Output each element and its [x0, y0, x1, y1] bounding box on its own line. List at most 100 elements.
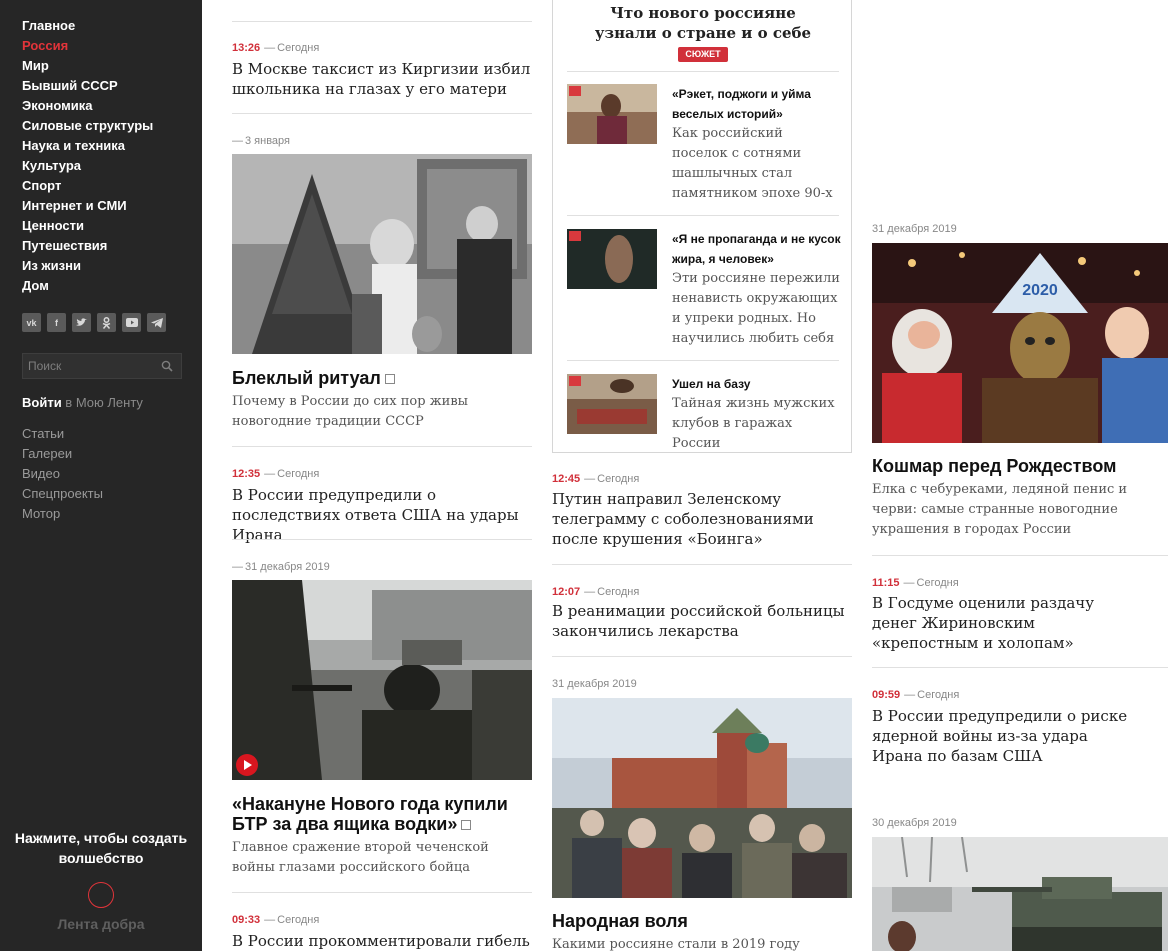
article-meta: 30 декабря 2019 [872, 817, 957, 829]
divider [567, 360, 839, 361]
nav-item-forces[interactable]: Силовые структуры [22, 116, 153, 136]
story-item-title: «Рэкет, поджоги и уйма веселых историй» [672, 87, 811, 121]
article-title[interactable]: Кошмар перед Рождеством [872, 456, 1116, 476]
promo-circle-icon[interactable] [88, 882, 114, 908]
twitter-icon[interactable] [72, 313, 91, 332]
nav-item-culture[interactable]: Культура [22, 156, 153, 176]
divider [232, 539, 532, 540]
nav-item-values[interactable]: Ценности [22, 216, 153, 236]
search-box [22, 353, 182, 379]
article-title[interactable]: «Накануне Нового года купили БТР за два … [232, 794, 532, 834]
article-meta: —3 января [232, 135, 290, 147]
story-box: Что нового россияне узнали о стране и о … [552, 0, 852, 453]
nav-item-science[interactable]: Наука и техника [22, 136, 153, 156]
story-text: «Рэкет, поджоги и уйма веселых историй» … [672, 84, 842, 204]
subnav-galleries[interactable]: Галереи [22, 444, 103, 464]
news-date: Сегодня [916, 577, 959, 589]
article-meta: 31 декабря 2019 [872, 223, 957, 235]
divider [232, 892, 532, 893]
nav-item-world[interactable]: Мир [22, 56, 153, 76]
odnoklassniki-icon[interactable] [97, 313, 116, 332]
subnav-articles[interactable]: Статьи [22, 424, 103, 444]
external-link-icon [384, 374, 395, 384]
news-meta: 09:33— Сегодня [232, 914, 320, 926]
divider [872, 667, 1168, 668]
story-text: Ушел на базу Тайная жизнь мужских клубов… [672, 374, 842, 454]
search-input[interactable] [28, 357, 156, 375]
article-date: 3 января [245, 135, 290, 147]
news-headline[interactable]: В России предупредили о риске ядерной во… [872, 706, 1140, 766]
news-time: 12:35 [232, 468, 261, 480]
search-icon[interactable] [161, 360, 173, 372]
video-play-icon[interactable] [236, 754, 258, 776]
promo-block[interactable]: Нажмите, чтобы создать волшебство Лента … [0, 828, 202, 932]
news-headline[interactable]: В Госдуме оценили раздачу денег Жириновс… [872, 593, 1134, 653]
article-title[interactable]: Блеклый ритуал [232, 368, 395, 388]
story-item-desc: Тайная жизнь мужских клубов в гаражах Ро… [672, 396, 835, 451]
news-time: 09:33 [232, 914, 261, 926]
news-headline[interactable]: В России предупредили о последствиях отв… [232, 485, 532, 545]
subnav-video[interactable]: Видео [22, 464, 103, 484]
divider [872, 555, 1168, 556]
facebook-icon[interactable]: f [47, 313, 66, 332]
article-photo-red-square[interactable] [552, 698, 852, 898]
story-badge[interactable]: СЮЖЕТ [678, 47, 728, 62]
article-lead: Какими россияне стали в 2019 году [552, 937, 800, 951]
nav-item-main[interactable]: Главное [22, 16, 153, 36]
nav-item-travel[interactable]: Путешествия [22, 236, 153, 256]
news-date: Сегодня [277, 914, 320, 926]
news-headline[interactable]: В реанимации российской больницы закончи… [552, 601, 852, 641]
promo-text: Нажмите, чтобы создать волшебство [14, 830, 188, 866]
nav-item-russia[interactable]: Россия [22, 36, 153, 56]
article-lead: Почему в России до сих пор живы новогодн… [232, 394, 468, 429]
article-title-text: Блеклый ритуал [232, 368, 381, 388]
login-row: Войти в Мою Ленту [22, 395, 143, 410]
nav-item-life[interactable]: Из жизни [22, 256, 153, 276]
news-headline[interactable]: В России прокомментировали гибель [232, 931, 532, 951]
story-thumb [567, 229, 657, 289]
news-date: Сегодня [917, 689, 960, 701]
article-photo-tank[interactable] [872, 837, 1168, 951]
photo-year-label: 2020 [1022, 282, 1058, 299]
news-time: 09:59 [872, 689, 901, 701]
vk-icon[interactable]: vk [22, 313, 41, 332]
divider [232, 446, 532, 447]
promo-label: Лента добра [57, 916, 145, 932]
news-date: Сегодня [277, 468, 320, 480]
news-time: 12:45 [552, 473, 581, 485]
news-headline[interactable]: В Москве таксист из Киргизии избил школь… [232, 59, 532, 99]
story-item-desc: Как российский поселок с сотнями шашлычн… [672, 126, 833, 201]
nav-item-home[interactable]: Дом [22, 276, 153, 296]
news-time: 12:07 [552, 586, 581, 598]
article-photo-snow-maiden-masks[interactable]: 2020 [872, 243, 1168, 443]
nav-item-sport[interactable]: Спорт [22, 176, 153, 196]
story-item-desc: Эти россияне пережили ненависть окружающ… [672, 271, 840, 346]
nav-item-economics[interactable]: Экономика [22, 96, 153, 116]
article-meta: 31 декабря 2019 [552, 678, 637, 690]
login-link[interactable]: Войти [22, 395, 62, 410]
youtube-icon[interactable] [122, 313, 141, 332]
divider [552, 656, 852, 657]
subnav-special[interactable]: Спецпроекты [22, 484, 103, 504]
social-links: vk f [22, 313, 166, 332]
story-thumb [567, 374, 657, 434]
article-photo-soldiers[interactable] [232, 580, 532, 780]
story-text: «Я не пропаганда и не кусок жира, я чело… [672, 229, 842, 349]
nav-item-ex-ussr[interactable]: Бывший СССР [22, 76, 153, 96]
subnav-motor[interactable]: Мотор [22, 504, 103, 524]
article-lead: Елка с чебуреками, ледяной пенис и черви… [872, 482, 1128, 537]
cut-headline[interactable] [232, 0, 532, 6]
news-date: Сегодня [277, 42, 320, 54]
nav-item-media[interactable]: Интернет и СМИ [22, 196, 153, 216]
news-headline[interactable]: Путин направил Зеленскому телеграмму с с… [552, 489, 852, 549]
news-meta: 13:26— Сегодня [232, 42, 320, 54]
story-title[interactable]: Что нового россияне узнали о стране и о … [553, 3, 853, 43]
telegram-icon[interactable] [147, 313, 166, 332]
article-meta: —31 декабря 2019 [232, 561, 330, 573]
news-date: Сегодня [597, 473, 640, 485]
article-photo-new-year-tree[interactable] [232, 154, 532, 354]
main-nav: Главное Россия Мир Бывший СССР Экономика… [22, 16, 153, 296]
article-title[interactable]: Народная воля [552, 911, 688, 931]
news-meta: 09:59— Сегодня [872, 689, 960, 701]
news-date: Сегодня [597, 586, 640, 598]
